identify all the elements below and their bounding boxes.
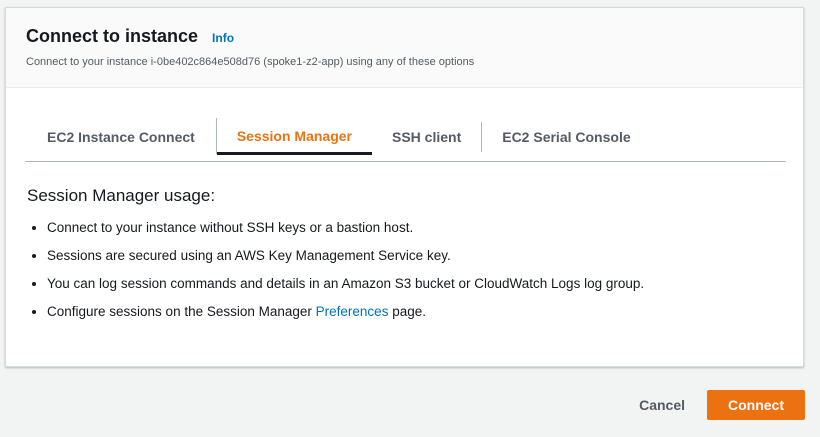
usage-heading: Session Manager usage:: [27, 186, 216, 205]
connect-button[interactable]: Connect: [707, 390, 805, 420]
list-item: Connect to your instance without SSH key…: [47, 219, 787, 237]
info-link[interactable]: Info: [212, 31, 234, 45]
tab-ec2-serial-console[interactable]: EC2 Serial Console: [481, 112, 650, 161]
list-item: Sessions are secured using an AWS Key Ma…: [47, 247, 787, 265]
list-item: Configure sessions on the Session Manage…: [47, 303, 787, 321]
list-item-text: Configure sessions on the Session Manage…: [47, 304, 316, 319]
title-row: Connect to instance Info: [26, 26, 803, 47]
tab-label: Session Manager: [236, 128, 352, 144]
footer-actions: Cancel Connect: [639, 390, 805, 420]
tab-label: EC2 Instance Connect: [47, 128, 195, 145]
page-subtitle: Connect to your instance i-0be402c864e50…: [26, 56, 475, 68]
tab-ssh-client[interactable]: SSH client: [372, 112, 481, 161]
session-manager-content: Session Manager usage: Connect to your i…: [27, 186, 787, 331]
tab-label: EC2 Serial Console: [481, 121, 650, 152]
usage-list: Connect to your instance without SSH key…: [27, 219, 787, 321]
preferences-link[interactable]: Preferences: [316, 304, 389, 319]
list-item-text: page.: [388, 304, 426, 319]
cancel-button[interactable]: Cancel: [639, 397, 685, 413]
connection-method-tabs: EC2 Instance Connect Session Manager SSH…: [25, 112, 786, 162]
panel-header: Connect to instance Info Connect to your…: [6, 8, 803, 88]
tab-ec2-instance-connect[interactable]: EC2 Instance Connect: [25, 112, 215, 161]
connect-to-instance-panel: Connect to instance Info Connect to your…: [5, 7, 804, 367]
list-item: You can log session commands and details…: [47, 275, 787, 293]
tab-label: SSH client: [391, 128, 462, 145]
tab-session-manager[interactable]: Session Manager: [215, 118, 373, 155]
page-title: Connect to instance: [26, 26, 199, 46]
